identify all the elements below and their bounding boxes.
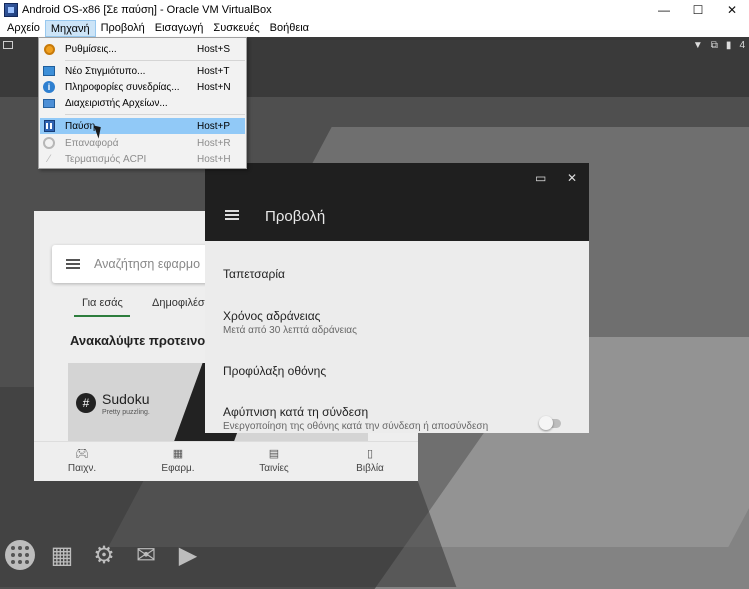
menu-item-label: Επαναφορά [65,137,119,149]
play-store-app-icon[interactable]: ▶ [172,539,204,571]
menu-help[interactable]: Βοήθεια [265,20,314,37]
menu-item-label: Τερματισμός ACPI [65,153,147,165]
menu-item-new-snapshot[interactable]: Νέο Στιγμιότυπο... Host+T [40,63,245,79]
apps-dots-icon [5,540,35,570]
all-apps-button[interactable] [4,539,36,571]
menu-devices[interactable]: Συσκευές [208,20,264,37]
grid-icon[interactable]: ▦ [46,539,78,571]
banner-tagline: Pretty puzzling. [102,409,150,416]
menu-item-shortcut: Host+R [197,137,231,149]
menu-separator [65,114,245,115]
status-bar-icons: ▼ ⧉ ▮ 4 [693,40,745,51]
window-title: Android OS-x86 [Σε παύση] - Oracle VM Vi… [22,4,272,16]
reset-icon [42,137,56,149]
setting-sleep[interactable]: Χρόνος αδράνειας [223,309,320,323]
menu-separator [65,60,245,61]
settings-app-icon[interactable]: ⚙ [88,539,120,571]
maximize-window-icon[interactable]: ▭ [535,171,546,185]
wake-on-connect-toggle[interactable] [539,416,561,430]
machine-dropdown-menu: Ρυθμίσεις... Host+S Νέο Στιγμιότυπο... H… [38,37,247,169]
settings-toolbar: Προβολή [205,193,589,241]
tab-top-charts[interactable]: Δημοφιλέσ [152,297,205,309]
menu-item-reset[interactable]: Επαναφορά Host+R [40,135,245,151]
notification-icon [3,41,13,49]
menu-bar: Αρχείο Μηχανή Προβολή Εισαγωγή Συσκευές … [0,20,749,37]
search-placeholder: Αναζήτηση εφαρμο [94,257,201,271]
close-window-icon[interactable]: ✕ [567,171,577,185]
setting-screensaver[interactable]: Προφύλαξη οθόνης [223,364,326,378]
gamepad-icon: 🎮︎ [75,448,89,460]
close-button[interactable]: ✕ [715,0,749,20]
minimize-button[interactable]: — [647,0,681,20]
mail-app-icon[interactable]: ✉ [130,539,162,571]
menu-file[interactable]: Αρχείο [2,20,45,37]
menu-item-acpi-shutdown[interactable]: ⁄ Τερματισμός ACPI Host+H [40,151,245,167]
virtualbox-app-icon [4,3,18,17]
menu-item-pause[interactable]: Παύση Host+P [40,118,245,134]
film-icon: ▤ [268,448,280,460]
nav-label: Βιβλία [356,463,384,474]
settings-gear-icon [42,43,56,55]
menu-machine[interactable]: Μηχανή [44,20,96,37]
nav-label: Παιχν. [67,463,97,474]
sudoku-logo-icon: # [76,393,96,413]
nav-books[interactable]: ▯ Βιβλία [330,442,410,481]
maximize-button[interactable]: ☐ [681,0,715,20]
menu-item-settings[interactable]: Ρυθμίσεις... Host+S [40,41,245,57]
setting-wake-on-connect[interactable]: Αφύπνιση κατά τη σύνδεση [223,405,368,419]
tab-for-you[interactable]: Για εσάς [82,297,123,309]
menu-item-label: Διαχειριστής Αρχείων... [65,97,168,109]
menu-item-file-manager[interactable]: Διαχειριστής Αρχείων... [40,95,245,111]
setting-wake-on-connect-subtitle: Ενεργοποίηση της οθόνης κατά την σύνδεση… [223,421,489,432]
pause-icon [42,120,56,132]
acpi-shutdown-icon: ⁄ [48,153,50,165]
menu-input[interactable]: Εισαγωγή [150,20,209,37]
menu-item-label: Πληροφορίες συνεδρίας... [65,81,180,93]
section-title: Ανακαλύψτε προτεινο [70,333,206,348]
menu-item-shortcut: Host+N [197,81,231,93]
info-icon: i [42,81,56,93]
menu-item-shortcut: Host+H [197,153,231,165]
display-settings-window[interactable]: ▭ ✕ Προβολή Ταπετσαρία Χρόνος αδράνειας … [205,163,589,433]
setting-sleep-subtitle: Μετά από 30 λεπτά αδράνειας [223,325,357,336]
snapshot-icon [42,65,56,77]
launcher-dock: ▦ ⚙ ✉ ▶ [0,533,220,577]
settings-caption-bar: ▭ ✕ [205,163,589,193]
menu-view[interactable]: Προβολή [96,20,150,37]
nav-apps[interactable]: ▦ Εφαρμ. [138,442,218,481]
window-controls: — ☐ ✕ [647,0,749,20]
apps-grid-icon: ▦ [172,448,184,460]
book-icon: ▯ [366,448,374,460]
menu-item-label: Ρυθμίσεις... [65,43,117,55]
menu-item-label: Παύση [65,120,96,132]
store-bottom-nav: 🎮︎ Παιχν. ▦ Εφαρμ. ▤ Ταινίες ▯ Βιβλία [34,441,418,481]
wifi-icon: ▼ [692,40,703,51]
nav-label: Ταινίες [259,463,289,474]
battery-level: 4 [739,40,745,51]
nav-movies[interactable]: ▤ Ταινίες [234,442,314,481]
ethernet-icon: ⧉ [710,40,718,51]
menu-item-shortcut: Host+T [197,65,230,77]
nav-label: Εφαρμ. [161,463,195,474]
menu-item-session-info[interactable]: i Πληροφορίες συνεδρίας... Host+N [40,79,245,95]
file-manager-icon [42,97,56,109]
menu-item-shortcut: Host+P [197,120,231,132]
active-tab-indicator [74,315,130,317]
setting-wallpaper[interactable]: Ταπετσαρία [223,267,285,281]
battery-icon: ▮ [725,40,732,51]
banner-title: Sudoku [102,391,150,407]
menu-item-shortcut: Host+S [197,43,231,55]
settings-title: Προβολή [265,208,326,225]
menu-item-label: Νέο Στιγμιότυπο... [65,65,146,77]
nav-games[interactable]: 🎮︎ Παιχν. [42,442,122,481]
hamburger-menu-icon[interactable] [225,208,239,222]
window-titlebar: Android OS-x86 [Σε παύση] - Oracle VM Vi… [0,0,749,20]
hamburger-menu-icon[interactable] [66,257,80,271]
